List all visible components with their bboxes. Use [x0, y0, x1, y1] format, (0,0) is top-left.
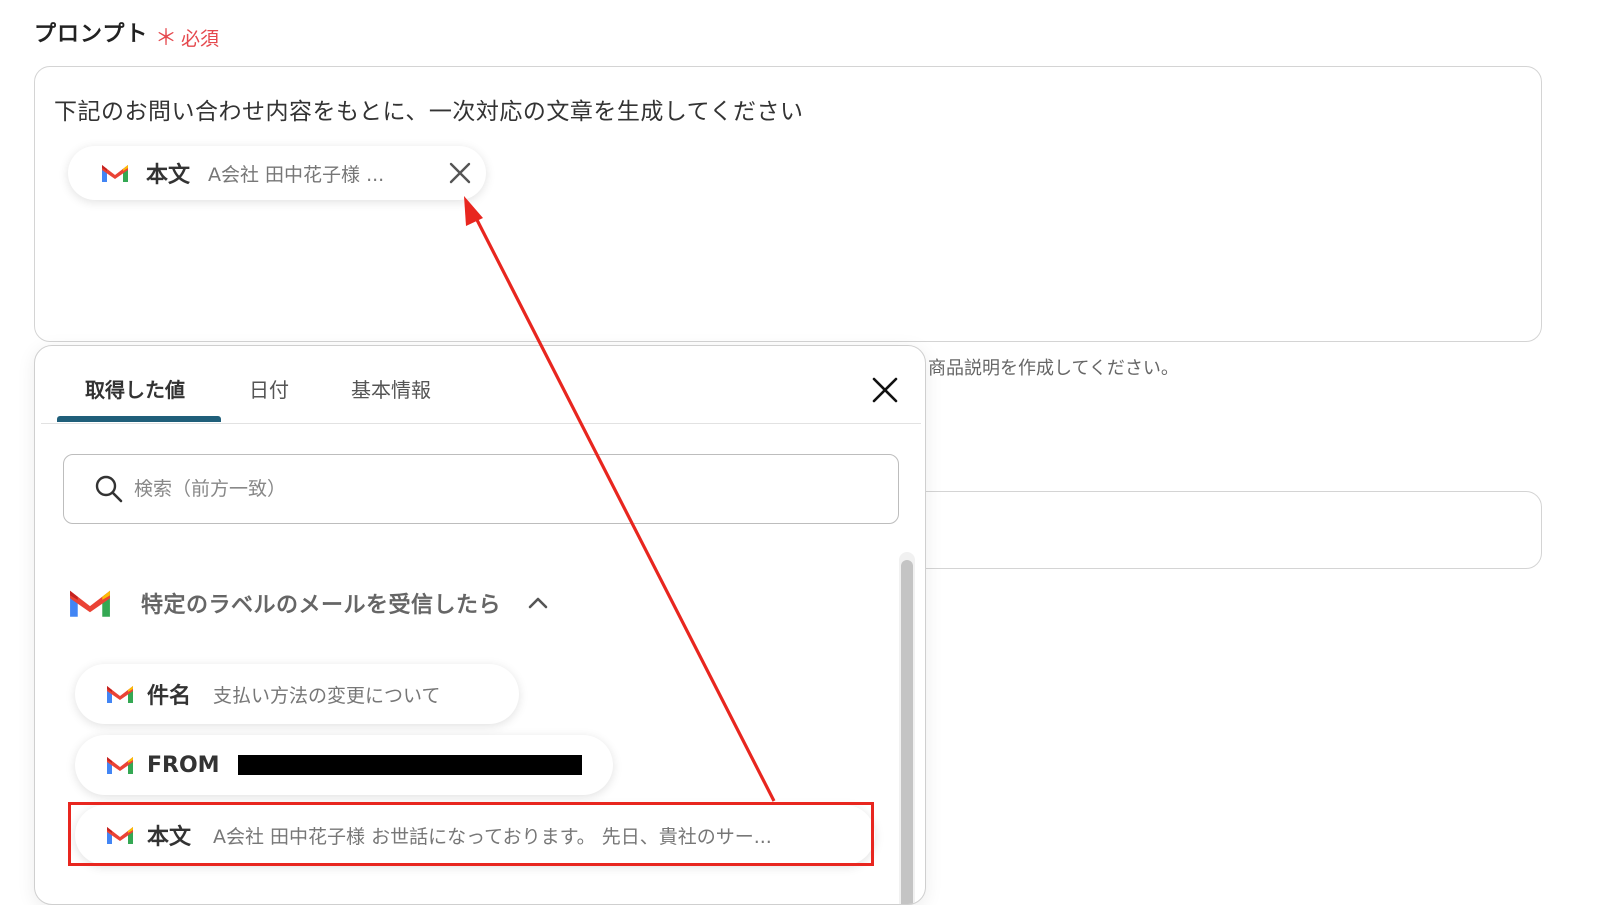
search-input[interactable]: [132, 477, 836, 501]
gmail-icon: [70, 590, 110, 617]
section-header[interactable]: 特定のラベルのメールを受信したら: [67, 586, 549, 620]
item-key: 件名: [147, 684, 192, 709]
hint-text: 商品説明を作成してください。: [928, 358, 1179, 379]
variable-item-from[interactable]: FROM: [75, 735, 613, 795]
item-key: FROM: [147, 752, 220, 778]
prompt-label: プロンプト: [34, 22, 149, 47]
gmail-icon: [102, 165, 128, 182]
tab-acquired-values[interactable]: 取得した値: [85, 374, 185, 403]
close-icon[interactable]: [869, 374, 901, 406]
gmail-icon: [107, 757, 133, 774]
redacted-value: [237, 755, 582, 775]
scrollbar-thumb[interactable]: [901, 560, 913, 904]
variable-item-subject[interactable]: 件名 支払い方法の変更について: [75, 664, 519, 724]
active-tab-indicator: [57, 416, 221, 422]
required-badge: ＊必須: [155, 20, 219, 52]
required-text: 必須: [181, 28, 220, 50]
gmail-icon: [107, 686, 133, 703]
text-input[interactable]: [900, 491, 1542, 569]
chip-value: A会社 田中花子様 ...: [208, 163, 385, 186]
required-star: ＊: [155, 26, 178, 51]
tab-date[interactable]: 日付: [249, 374, 289, 403]
prompt-text: 下記のお問い合わせ内容をもとに、一次対応の文章を生成してください: [54, 99, 804, 125]
annotation-highlight-box: [68, 802, 874, 866]
section-title: 特定のラベルのメールを受信したら: [141, 593, 502, 618]
item-value: 支払い方法の変更について: [213, 684, 441, 707]
close-icon[interactable]: [446, 159, 474, 187]
chip-key: 本文: [146, 163, 191, 188]
tab-basic-info[interactable]: 基本情報: [351, 374, 431, 403]
tab-divider: [41, 423, 921, 424]
inserted-variable-chip[interactable]: 本文 A会社 田中花子様 ...: [68, 146, 486, 200]
search-field[interactable]: [63, 454, 899, 524]
search-icon: [95, 475, 123, 503]
chevron-up-icon[interactable]: [527, 596, 549, 610]
